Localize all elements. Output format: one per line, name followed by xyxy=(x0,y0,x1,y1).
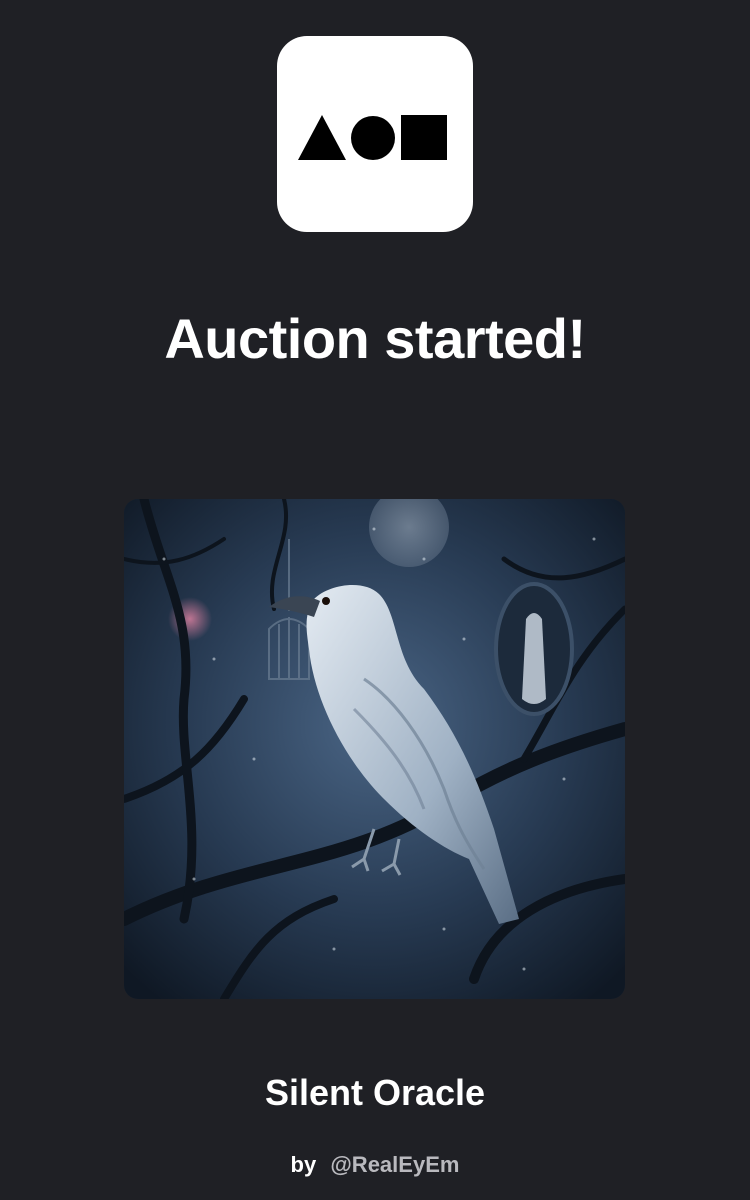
page-title: Auction started! xyxy=(164,307,586,370)
app-logo xyxy=(277,36,473,232)
artist-credit: by @RealEyEm xyxy=(0,1150,750,1180)
artwork-image[interactable] xyxy=(124,499,625,999)
artwork-title[interactable]: Silent Oracle xyxy=(0,1070,750,1116)
auction-notification: Auction started! Silent Oracle by @RealE… xyxy=(0,0,750,1200)
shapes-logo-icon xyxy=(298,115,447,160)
by-label: by xyxy=(290,1152,317,1177)
white-raven-artwork xyxy=(124,499,625,999)
artist-handle-link[interactable]: @RealEyEm xyxy=(330,1152,459,1177)
